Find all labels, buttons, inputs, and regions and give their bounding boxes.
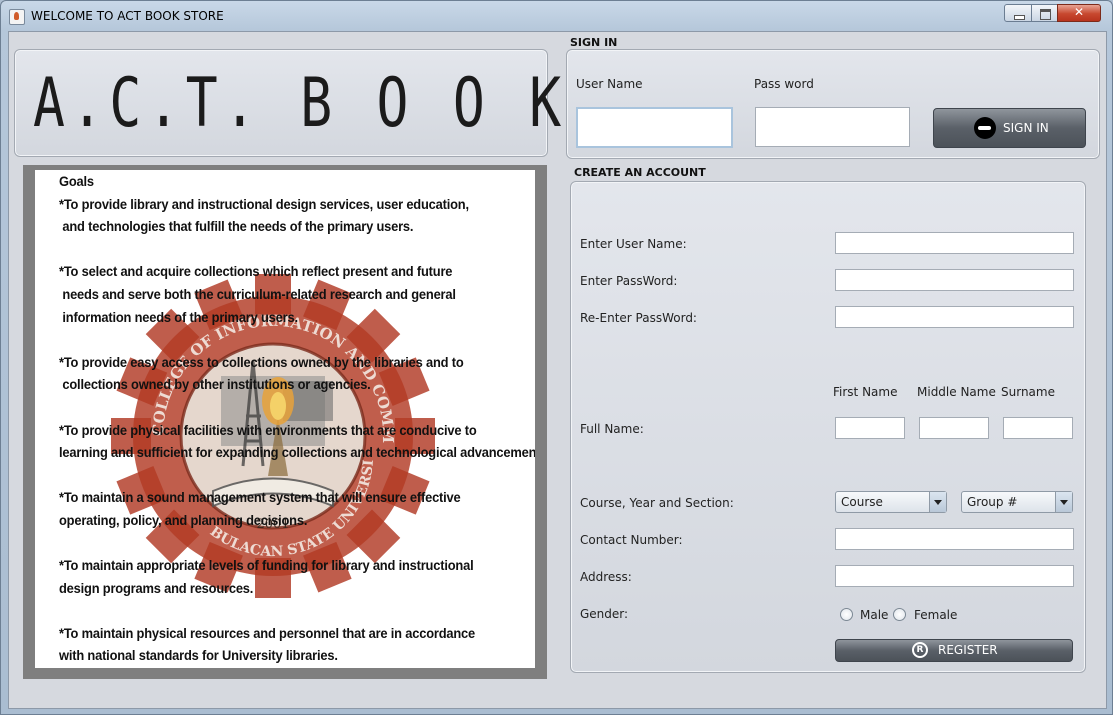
signin-password-input[interactable] — [755, 107, 910, 147]
registered-icon: R — [912, 642, 928, 658]
register-password-input[interactable] — [835, 269, 1074, 291]
full-name-label: Full Name: — [580, 422, 644, 436]
goals-line: needs and serve both the curriculum-rela… — [59, 285, 456, 302]
female-radio-label[interactable]: Female — [914, 608, 957, 622]
arrow-left-icon — [974, 117, 996, 139]
signin-username-input[interactable] — [576, 107, 733, 148]
register-button-label: REGISTER — [938, 643, 998, 657]
male-radio-label[interactable]: Male — [860, 608, 888, 622]
register-section-label: CREATE AN ACCOUNT — [574, 166, 706, 179]
goals-line: information needs of the primary users. — [59, 308, 298, 325]
goals-text-block: Goals *To provide library and instruction… — [59, 170, 535, 667]
course-year-section-label: Course, Year and Section: — [580, 496, 734, 510]
first-name-input[interactable] — [835, 417, 905, 439]
goals-image: COLLEGE OF INFORMATION AND COMMUNICATION… — [35, 170, 535, 668]
title-bar[interactable]: WELCOME TO ACT BOOK STORE — [1, 1, 1112, 31]
window-title: WELCOME TO ACT BOOK STORE — [31, 9, 224, 23]
enter-password-label: Enter PassWord: — [580, 274, 678, 288]
address-label: Address: — [580, 570, 632, 584]
goals-line — [59, 464, 501, 487]
goals-line: *To provide easy access to collections o… — [59, 353, 464, 370]
goals-line — [59, 396, 501, 419]
middle-name-label: Middle Name — [917, 385, 996, 399]
goals-line: *To select and acquire collections which… — [59, 263, 453, 280]
username-label: User Name — [576, 77, 643, 91]
goals-line: collections owned by other institutions … — [59, 376, 371, 393]
surname-label: Surname — [1001, 385, 1055, 399]
maximize-button[interactable] — [1031, 4, 1058, 22]
goals-line: *To provide library and instructional de… — [59, 195, 469, 212]
logo-panel: A.C.T. B O O K·S T O R E — [14, 49, 943, 157]
goals-line: operating, policy, and planning decision… — [59, 511, 308, 528]
java-app-icon — [9, 9, 25, 25]
window-content: A.C.T. B O O K·S T O R E COLLEGE OF INFO… — [8, 31, 1107, 709]
address-input[interactable] — [835, 565, 1074, 587]
goals-line: Goals — [59, 173, 94, 189]
contact-number-label: Contact Number: — [580, 533, 683, 547]
signin-button-label: SIGN IN — [1003, 121, 1049, 135]
goals-line: learning and sufficient for expanding co… — [59, 444, 535, 461]
goals-line: *To maintain appropriate levels of fundi… — [59, 557, 474, 574]
contact-number-input[interactable] — [835, 528, 1074, 550]
goals-line: *To provide physical facilities with env… — [59, 421, 477, 438]
goals-line — [59, 599, 501, 622]
gender-label: Gender: — [580, 607, 629, 621]
signin-section-label: SIGN IN — [570, 36, 618, 49]
register-username-input[interactable] — [835, 232, 1074, 254]
chevron-down-icon[interactable] — [929, 492, 946, 512]
course-dropdown-value: Course — [841, 495, 883, 509]
register-button[interactable]: R REGISTER — [835, 639, 1073, 662]
male-radio[interactable] — [840, 608, 853, 621]
goals-line — [59, 238, 501, 261]
password-label: Pass word — [754, 77, 814, 91]
close-button[interactable] — [1057, 4, 1101, 22]
signin-button[interactable]: SIGN IN — [933, 108, 1086, 148]
goals-line: *To maintain physical resources and pers… — [59, 624, 476, 641]
female-radio[interactable] — [893, 608, 906, 621]
chevron-down-icon[interactable] — [1055, 492, 1072, 512]
enter-username-label: Enter User Name: — [580, 237, 687, 251]
goals-line: with national standards for University l… — [59, 647, 338, 664]
first-name-label: First Name — [833, 385, 898, 399]
goals-line — [59, 328, 501, 351]
reenter-password-label: Re-Enter PassWord: — [580, 311, 697, 325]
goals-line — [59, 532, 501, 555]
group-dropdown[interactable]: Group # — [961, 491, 1073, 513]
main-window: WELCOME TO ACT BOOK STORE A.C.T. B O O K… — [0, 0, 1113, 715]
goals-line: and technologies that fulfill the needs … — [59, 218, 414, 235]
course-dropdown[interactable]: Course — [835, 491, 947, 513]
goals-image-frame: COLLEGE OF INFORMATION AND COMMUNICATION… — [23, 165, 547, 679]
goals-line: design programs and resources. — [59, 579, 254, 596]
goals-line: *To maintain a sound management system t… — [59, 489, 461, 506]
minimize-button[interactable] — [1004, 4, 1032, 22]
group-dropdown-value: Group # — [967, 495, 1018, 509]
surname-input[interactable] — [1003, 417, 1073, 439]
register-reenter-password-input[interactable] — [835, 306, 1074, 328]
middle-name-input[interactable] — [919, 417, 989, 439]
